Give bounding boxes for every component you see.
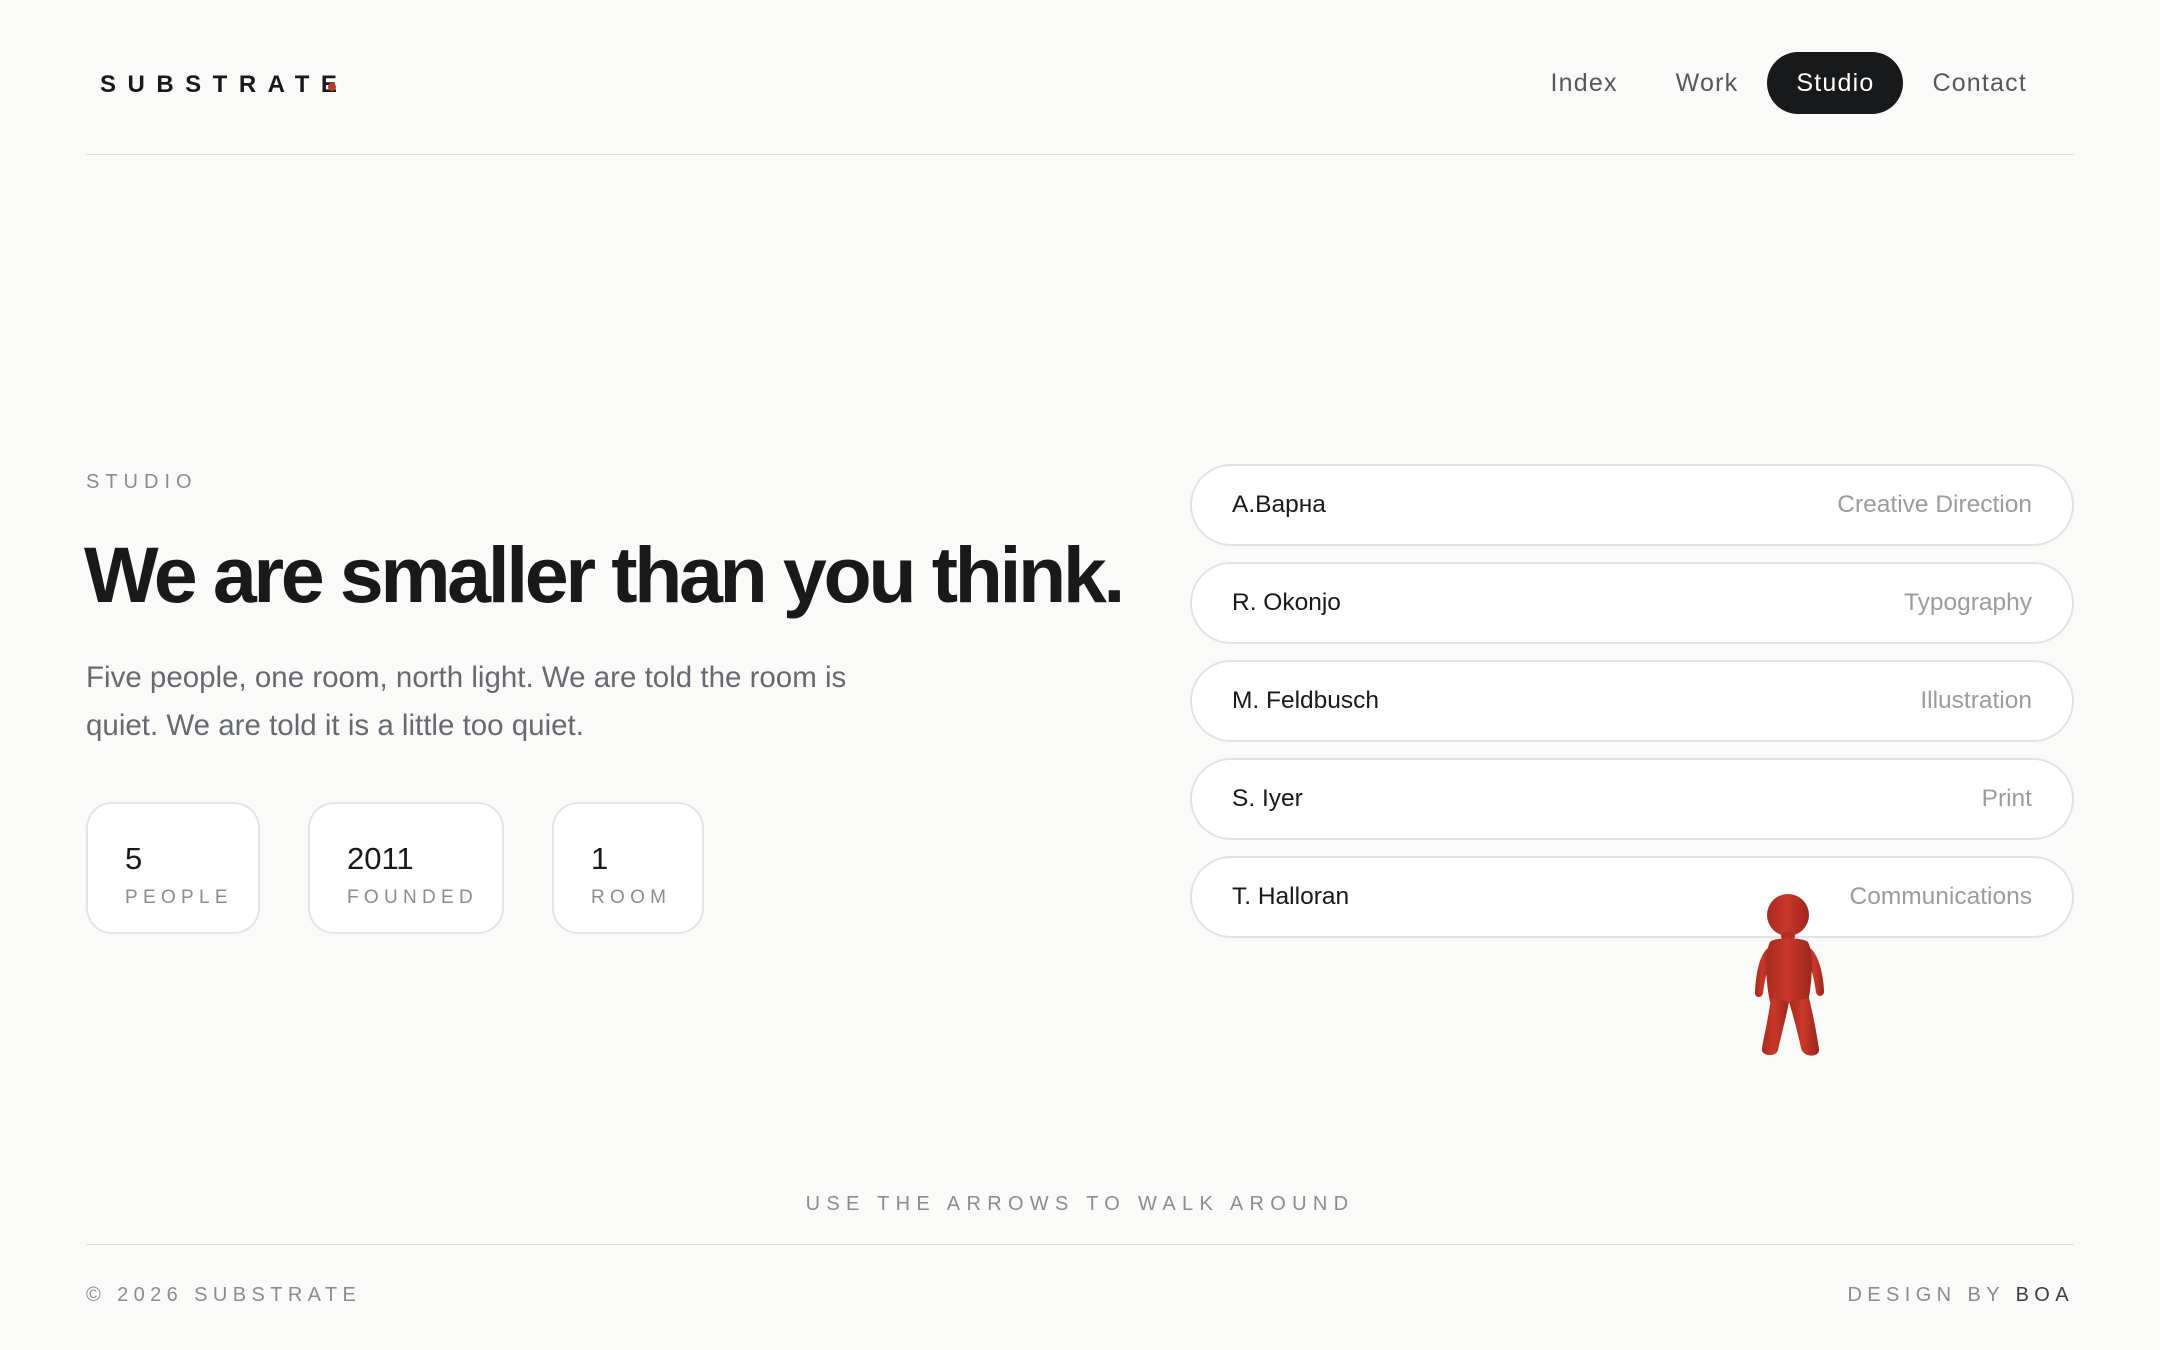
team-list: A.Варна Creative Direction R. Okonjo Typ…	[1190, 464, 2074, 954]
team-row-iyer[interactable]: S. Iyer Print	[1190, 758, 2074, 840]
team-member-name: M. Feldbusch	[1232, 687, 1380, 714]
stat-card-people: 5 PEOPLE	[86, 802, 260, 934]
page-title: We are smaller than you think.	[84, 530, 1125, 619]
section-eyebrow: STUDIO	[86, 471, 198, 493]
navigation-hint: USE THE ARROWS TO WALK AROUND	[805, 1193, 1355, 1215]
stat-value: 5	[125, 841, 143, 876]
team-member-name: A.Варна	[1232, 491, 1326, 518]
stat-value: 2011	[347, 841, 414, 876]
team-member-name: T. Halloran	[1232, 883, 1350, 910]
design-credit: DESIGN BY BOA	[1847, 1283, 2074, 1307]
nav-item-work[interactable]: Work	[1647, 52, 1768, 114]
brand-dot	[328, 83, 336, 91]
team-row-feldbusch[interactable]: M. Feldbusch Illustration	[1190, 660, 2074, 742]
team-member-role: Creative Direction	[1837, 491, 2032, 518]
team-member-name: R. Okonjo	[1232, 589, 1341, 616]
team-member-role: Illustration	[1920, 687, 2032, 714]
stat-label: PEOPLE	[125, 887, 233, 908]
team-row-okonjo[interactable]: R. Okonjo Typography	[1190, 562, 2074, 644]
footer-divider	[86, 1244, 2074, 1245]
nav-item-contact[interactable]: Contact	[1903, 52, 2056, 114]
nav-item-studio[interactable]: Studio	[1767, 52, 1904, 114]
copyright-notice: © 2026 SUBSTRATE	[86, 1284, 362, 1306]
team-member-role: Typography	[1903, 589, 2032, 616]
stat-value: 1	[591, 841, 609, 876]
walking-figure-icon[interactable]	[1744, 892, 1840, 1058]
stat-card-founded: 2011 FOUNDED	[308, 802, 504, 934]
header-divider	[86, 154, 2074, 155]
team-member-role: Print	[1981, 785, 2032, 812]
stat-label: ROOM	[591, 887, 672, 908]
team-member-name: S. Iyer	[1232, 785, 1303, 812]
brand-logo[interactable]: SUBSTRATE	[100, 70, 348, 100]
credit-prefix: DESIGN BY	[1847, 1284, 2005, 1306]
nav-item-index[interactable]: Index	[1521, 52, 1646, 114]
stat-card-room: 1 ROOM	[552, 802, 704, 934]
team-row-halloran[interactable]: T. Halloran Communications	[1190, 856, 2074, 938]
stat-label: FOUNDED	[347, 887, 479, 908]
main-nav: Index Work Studio Contact	[1521, 52, 2056, 114]
team-row-varna[interactable]: A.Варна Creative Direction	[1190, 464, 2074, 546]
credit-link[interactable]: BOA	[2016, 1284, 2074, 1306]
team-member-role: Communications	[1849, 883, 2032, 910]
intro-paragraph: Five people, one room, north light. We a…	[86, 661, 847, 742]
